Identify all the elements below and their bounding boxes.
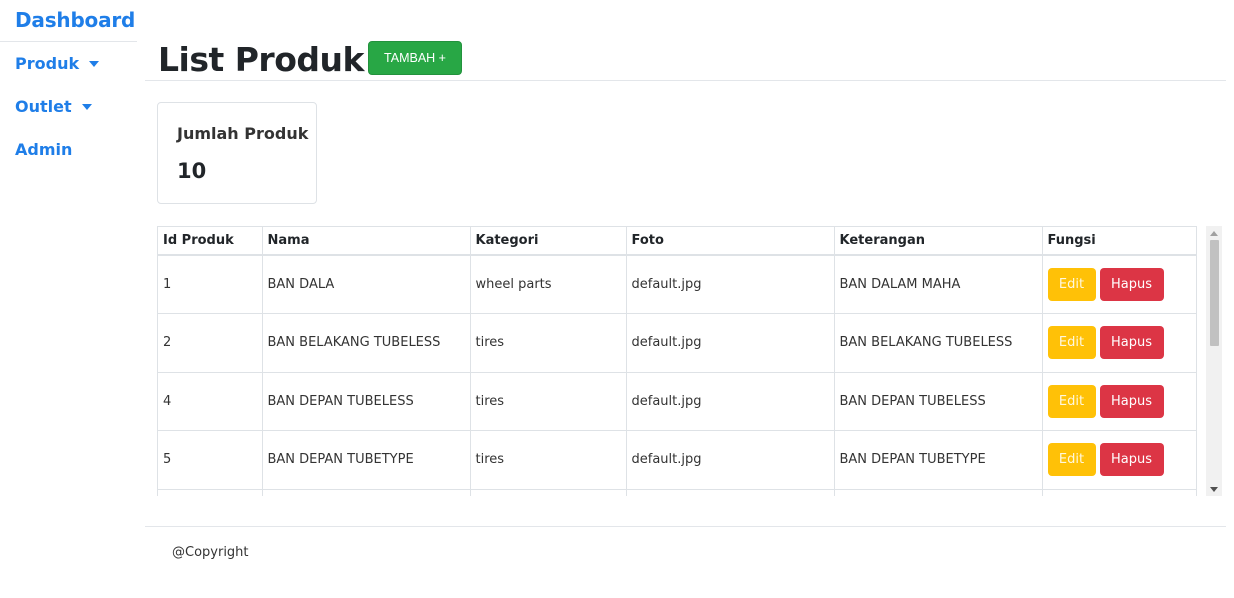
cell-actions: Edit Hapus bbox=[1042, 430, 1196, 489]
cell-foto bbox=[626, 488, 835, 496]
table-row: 1 BAN DALA wheel parts default.jpg BAN D… bbox=[158, 254, 1196, 314]
card-value: 10 bbox=[177, 159, 207, 183]
product-table: Id Produk Nama Kategori Foto Keterangan … bbox=[158, 227, 1196, 496]
page-title: List Produk bbox=[158, 40, 364, 79]
cell-keterangan: BAN BELAKANG TUBELESS bbox=[834, 313, 1043, 372]
brand-link[interactable]: Dashboard bbox=[0, 0, 137, 42]
delete-button[interactable]: Hapus bbox=[1099, 326, 1164, 360]
cell-id bbox=[158, 488, 263, 496]
table-row: 2 BAN BELAKANG TUBELESS tires default.jp… bbox=[158, 313, 1196, 372]
add-product-button[interactable]: TAMBAH + bbox=[368, 41, 462, 75]
sidebar-item-outlet[interactable]: Outlet bbox=[0, 85, 137, 128]
column-header: Kategori bbox=[470, 227, 627, 256]
sidebar-item-label: Admin bbox=[15, 140, 73, 159]
delete-button[interactable]: Hapus bbox=[1099, 268, 1164, 301]
delete-button[interactable]: Hapus bbox=[1099, 443, 1164, 477]
cell-foto: default.jpg bbox=[626, 371, 835, 431]
cell-id: 1 bbox=[158, 254, 263, 314]
sidebar-item-produk[interactable]: Produk bbox=[0, 42, 137, 85]
cell-actions bbox=[1042, 488, 1196, 496]
cell-foto: default.jpg bbox=[626, 313, 835, 372]
cell-id: 4 bbox=[158, 371, 263, 431]
column-header: Nama bbox=[262, 227, 471, 256]
column-header: Id Produk bbox=[158, 227, 263, 256]
cell-actions: Edit Hapus bbox=[1042, 371, 1196, 431]
table-scrollbar[interactable] bbox=[1206, 226, 1222, 496]
cell-id: 5 bbox=[158, 430, 263, 489]
table-row: 5 BAN DEPAN TUBETYPE tires default.jpg B… bbox=[158, 430, 1196, 489]
cell-keterangan: BAN DALAM MAHA bbox=[834, 254, 1043, 314]
cell-actions: Edit Hapus bbox=[1042, 254, 1196, 314]
delete-button[interactable]: Hapus bbox=[1099, 384, 1164, 418]
product-table-container[interactable]: Id Produk Nama Kategori Foto Keterangan … bbox=[157, 226, 1197, 496]
cell-nama: BAN DALA bbox=[262, 254, 471, 314]
column-header: Foto bbox=[626, 227, 835, 256]
edit-button[interactable]: Edit bbox=[1047, 384, 1096, 418]
footer: @Copyright bbox=[145, 526, 1226, 598]
column-header: Fungsi bbox=[1042, 227, 1196, 256]
cell-keterangan: BAN DEPAN TUBETYPE bbox=[834, 430, 1043, 489]
card-title: Jumlah Produk bbox=[177, 124, 309, 143]
sidebar: Dashboard Produk Outlet Admin bbox=[0, 0, 137, 171]
cell-foto: default.jpg bbox=[626, 254, 835, 314]
cell-kategori: tires bbox=[470, 371, 627, 431]
cell-nama bbox=[262, 488, 471, 496]
page-header: List Produk TAMBAH + bbox=[145, 36, 1226, 81]
table-header-row: Id Produk Nama Kategori Foto Keterangan … bbox=[158, 227, 1196, 256]
cell-kategori: wheel parts bbox=[470, 254, 627, 314]
scrollbar-thumb[interactable] bbox=[1210, 240, 1219, 346]
cell-nama: BAN BELAKANG TUBELESS bbox=[262, 313, 471, 372]
caret-down-icon bbox=[81, 103, 92, 110]
cell-keterangan bbox=[834, 488, 1043, 496]
sidebar-item-label: Outlet bbox=[15, 97, 72, 116]
cell-foto: default.jpg bbox=[626, 430, 835, 489]
table-row: 4 BAN DEPAN TUBELESS tires default.jpg B… bbox=[158, 371, 1196, 431]
scroll-up-arrow-icon[interactable] bbox=[1206, 226, 1222, 240]
copyright-text: @Copyright bbox=[172, 545, 249, 560]
cell-kategori: tires bbox=[470, 430, 627, 489]
cell-kategori: tires bbox=[470, 313, 627, 372]
caret-down-icon bbox=[89, 60, 100, 67]
table-row bbox=[158, 488, 1196, 496]
edit-button[interactable]: Edit bbox=[1047, 443, 1096, 477]
edit-button[interactable]: Edit bbox=[1047, 326, 1096, 360]
scroll-down-arrow-icon[interactable] bbox=[1206, 482, 1222, 496]
cell-nama: BAN DEPAN TUBETYPE bbox=[262, 430, 471, 489]
cell-nama: BAN DEPAN TUBELESS bbox=[262, 371, 471, 431]
product-count-card: Jumlah Produk 10 bbox=[157, 102, 317, 204]
cell-actions: Edit Hapus bbox=[1042, 313, 1196, 372]
cell-id: 2 bbox=[158, 313, 263, 372]
edit-button[interactable]: Edit bbox=[1047, 268, 1096, 301]
column-header: Keterangan bbox=[834, 227, 1043, 256]
sidebar-item-label: Produk bbox=[15, 54, 80, 73]
cell-kategori bbox=[470, 488, 627, 496]
sidebar-item-admin[interactable]: Admin bbox=[0, 128, 137, 171]
cell-keterangan: BAN DEPAN TUBELESS bbox=[834, 371, 1043, 431]
